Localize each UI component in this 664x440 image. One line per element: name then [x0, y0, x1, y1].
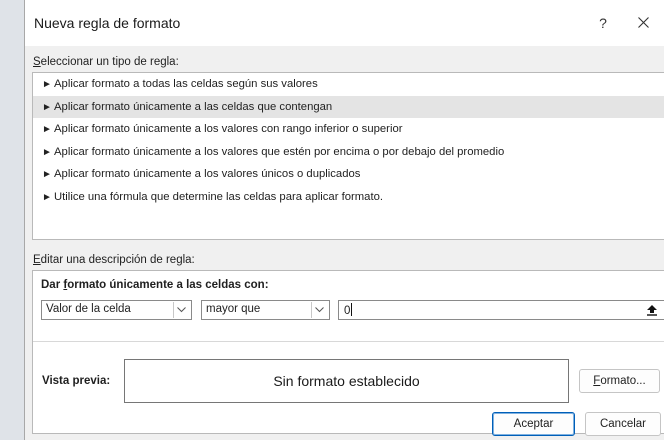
- text-caret: [351, 303, 353, 316]
- cell-value-dropdown[interactable]: Valor de la celda: [41, 300, 192, 320]
- chevron-down-icon: [173, 302, 189, 318]
- collapse-dialog-button[interactable]: [643, 302, 661, 318]
- edit-rule-description-label: Editar una descripción de regla:: [33, 254, 195, 266]
- arrow-icon: ►: [42, 79, 52, 90]
- condition-value-input[interactable]: 0: [338, 300, 664, 320]
- operator-dropdown[interactable]: mayor que: [201, 300, 330, 320]
- arrow-icon: ►: [42, 191, 52, 203]
- arrow-icon: ►: [42, 101, 52, 113]
- close-button[interactable]: [631, 12, 655, 34]
- rule-type-item[interactable]: ► Aplicar formato únicamente a los valore…: [33, 118, 664, 141]
- rule-type-list[interactable]: ► Aplicar formato a todas las celdas segú…: [32, 72, 664, 240]
- rule-type-item-selected[interactable]: ► Aplicar formato únicamente a las celdas…: [33, 95, 664, 119]
- format-cells-with-label: Dar formato únicamente a las celdas con:: [41, 279, 269, 291]
- rule-type-item[interactable]: ► Utilice una fórmula que determine las c…: [33, 186, 664, 209]
- format-button[interactable]: Formato...: [579, 369, 660, 393]
- arrow-icon: ►: [42, 169, 52, 181]
- divider: [33, 341, 664, 342]
- range-select-icon: [647, 305, 657, 316]
- rule-type-item[interactable]: ► Aplicar formato únicamente a los valore…: [33, 163, 664, 186]
- chevron-down-icon: [311, 302, 327, 318]
- arrow-icon: ►: [42, 146, 52, 158]
- close-icon: [637, 17, 649, 28]
- dialog-title: Nueva regla de formato: [34, 15, 181, 31]
- select-rule-type-label: Seleccionar un tipo de regla:: [33, 56, 179, 68]
- help-button[interactable]: ?: [593, 12, 613, 34]
- preview-label: Vista previa:: [42, 375, 111, 387]
- rule-type-item[interactable]: ► Aplicar formato únicamente a los valore…: [33, 141, 664, 164]
- new-format-rule-dialog: Nueva regla de formato ? Seleccionar un …: [24, 0, 664, 440]
- arrow-icon: ►: [42, 124, 52, 136]
- cancel-button[interactable]: Cancelar: [585, 412, 661, 436]
- accept-button[interactable]: Aceptar: [492, 412, 575, 436]
- rule-description-panel: Dar formato únicamente a las celdas con:: [32, 270, 664, 434]
- rule-type-item[interactable]: ► Aplicar formato a todas las celdas segú…: [33, 73, 664, 96]
- format-preview-box: Sin formato establecido: [124, 359, 569, 403]
- title-bar: Nueva regla de formato ?: [25, 0, 664, 46]
